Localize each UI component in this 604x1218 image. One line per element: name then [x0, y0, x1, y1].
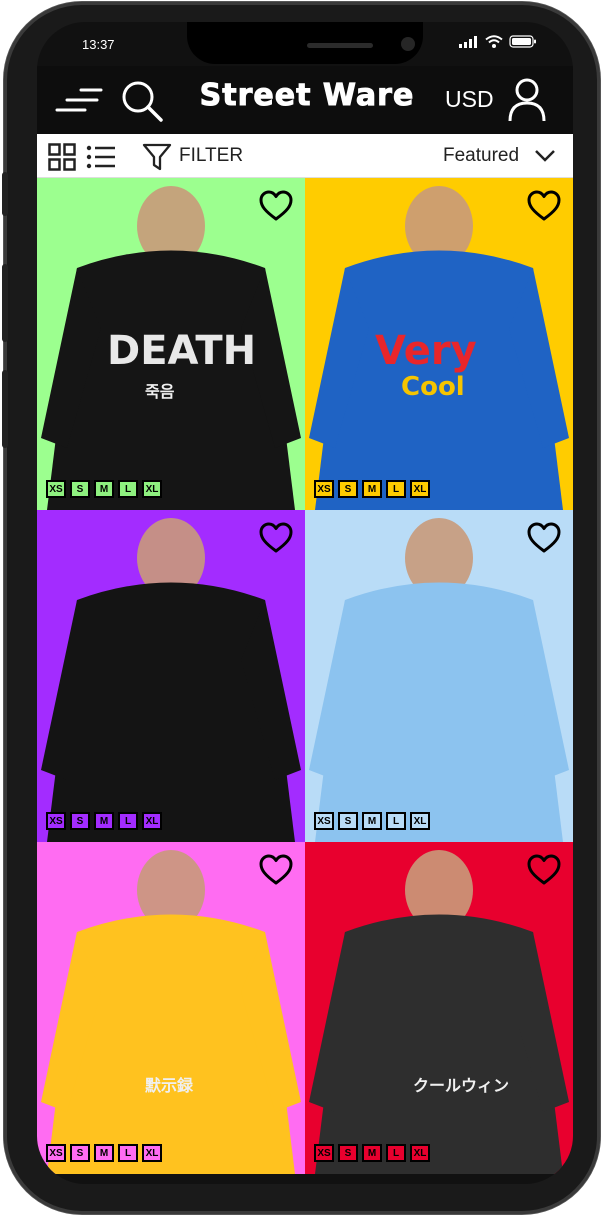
size-options: XS S M L XL [314, 812, 430, 830]
size-option[interactable]: S [70, 1144, 90, 1162]
size-option[interactable]: XS [46, 812, 66, 830]
size-options: XS S M L XL [46, 812, 162, 830]
product-image [309, 850, 569, 1174]
heart-icon [259, 190, 293, 221]
wishlist-button[interactable] [527, 854, 561, 891]
size-option[interactable]: XL [142, 480, 162, 498]
size-options: XS S M L XL [46, 480, 162, 498]
account-button[interactable] [505, 76, 549, 124]
size-option[interactable]: S [70, 480, 90, 498]
volume-down-button [2, 370, 8, 448]
size-options: XS S M L XL [314, 480, 430, 498]
search-button[interactable] [119, 78, 165, 124]
garment-print-subtext: Cool [401, 372, 465, 402]
wishlist-button[interactable] [259, 190, 293, 227]
grid-view-toggle[interactable] [47, 142, 77, 172]
heart-icon [259, 854, 293, 885]
size-options: XS S M L XL [314, 1144, 430, 1162]
volume-up-button [2, 264, 8, 342]
chevron-down-icon [535, 150, 555, 162]
wifi-icon [485, 35, 503, 48]
wishlist-button[interactable] [527, 522, 561, 559]
size-option[interactable]: S [338, 812, 358, 830]
filter-toolbar: FILTER Featured [37, 134, 573, 178]
garment-print-text: DEATH [107, 328, 257, 374]
product-image [309, 518, 569, 842]
garment-print-subtext: 죽음 [145, 382, 175, 401]
size-option[interactable]: L [118, 480, 138, 498]
size-option[interactable]: XS [314, 480, 334, 498]
garment-print-subtext: クールウィン [413, 1076, 510, 1095]
filter-label[interactable]: FILTER [179, 145, 243, 167]
size-option[interactable]: XL [410, 812, 430, 830]
list-view-toggle[interactable] [85, 142, 117, 172]
grid-icon [48, 143, 76, 171]
product-card[interactable]: XS S M L XL [305, 510, 573, 842]
size-option[interactable]: L [386, 1144, 406, 1162]
wishlist-button[interactable] [527, 190, 561, 227]
size-option[interactable]: L [118, 1144, 138, 1162]
size-option[interactable]: M [94, 812, 114, 830]
brand-logo[interactable]: Street Ware [187, 78, 427, 114]
product-image [41, 518, 301, 842]
heart-icon [527, 190, 561, 221]
menu-button[interactable] [55, 82, 105, 118]
filter-button[interactable] [141, 141, 173, 173]
wishlist-button[interactable] [259, 522, 293, 559]
mute-switch [2, 172, 8, 216]
screen: 13:37 Street Ware USD FILTER Featured DE… [37, 22, 573, 1184]
size-option[interactable]: L [386, 812, 406, 830]
wishlist-button[interactable] [259, 854, 293, 891]
size-option[interactable]: M [362, 1144, 382, 1162]
product-card[interactable]: 默示録 XS S M L XL [37, 842, 305, 1174]
product-grid: DEATH 죽음 XS S M L XL Very Cool XS S M L XL XS S M L XL … [37, 178, 573, 1184]
status-icons [459, 35, 537, 48]
product-card[interactable]: DEATH 죽음 XS S M L XL [37, 178, 305, 510]
status-time: 13:37 [82, 37, 115, 52]
product-image [41, 850, 301, 1174]
size-option[interactable]: M [94, 480, 114, 498]
user-icon [508, 78, 546, 122]
sort-dropdown[interactable]: Featured [443, 145, 519, 167]
notch [187, 22, 423, 64]
signal-icon [459, 35, 477, 48]
size-option[interactable]: XL [410, 480, 430, 498]
sort-dropdown-toggle[interactable] [533, 146, 557, 166]
size-option[interactable]: XL [142, 1144, 162, 1162]
size-option[interactable]: M [362, 480, 382, 498]
size-option[interactable]: XS [46, 480, 66, 498]
search-icon [122, 81, 163, 122]
filter-icon [142, 143, 172, 171]
front-camera [401, 37, 415, 51]
list-icon [86, 145, 115, 169]
size-option[interactable]: S [338, 1144, 358, 1162]
product-card[interactable]: XS S M L XL [37, 510, 305, 842]
size-options: XS S M L XL [46, 1144, 162, 1162]
heart-icon [259, 522, 293, 553]
app-header: Street Ware USD [37, 66, 573, 134]
size-option[interactable]: XS [46, 1144, 66, 1162]
currency-selector[interactable]: USD [445, 86, 494, 113]
heart-icon [527, 522, 561, 553]
phone-frame: 13:37 Street Ware USD FILTER Featured DE… [2, 2, 600, 1214]
garment-print-subtext: 默示録 [145, 1076, 194, 1095]
size-option[interactable]: M [362, 812, 382, 830]
speaker [307, 43, 373, 48]
size-option[interactable]: XL [410, 1144, 430, 1162]
size-option[interactable]: S [70, 812, 90, 830]
size-option[interactable]: XL [142, 812, 162, 830]
size-option[interactable]: S [338, 480, 358, 498]
size-option[interactable]: XS [314, 812, 334, 830]
size-option[interactable]: L [386, 480, 406, 498]
menu-icon [55, 88, 103, 112]
heart-icon [527, 854, 561, 885]
garment-print-text: Very [375, 328, 477, 374]
product-card[interactable]: クールウィン XS S M L XL [305, 842, 573, 1174]
size-option[interactable]: M [94, 1144, 114, 1162]
product-card[interactable]: Very Cool XS S M L XL [305, 178, 573, 510]
size-option[interactable]: XS [314, 1144, 334, 1162]
size-option[interactable]: L [118, 812, 138, 830]
battery-icon [509, 35, 536, 48]
